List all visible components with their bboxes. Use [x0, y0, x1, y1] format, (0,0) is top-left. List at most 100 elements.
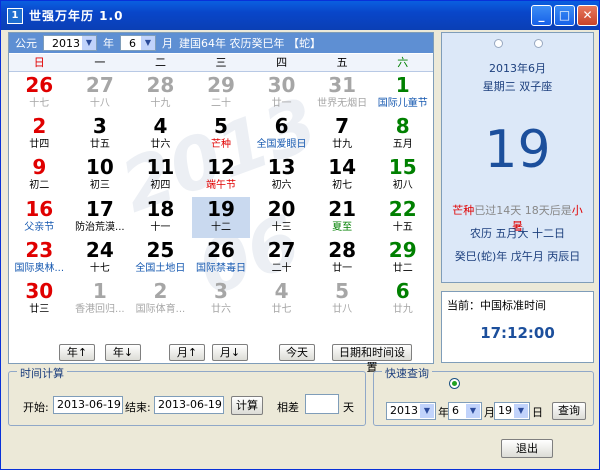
day-cell[interactable]: 9 初二	[10, 155, 69, 196]
day-cell[interactable]: 21 夏至	[313, 197, 372, 238]
day-lunar-label: 初三	[89, 180, 110, 192]
binder-ring-icon	[534, 39, 543, 48]
day-cell[interactable]: 6 廿九	[373, 279, 432, 320]
navigation-row: 年↑ 年↓ 月↑ 月↓ 今天 日期和时间设置	[9, 344, 433, 374]
day-number: 29	[207, 73, 235, 97]
title-bar[interactable]: 1 世强万年历 1.0 _ □ ✕	[1, 1, 599, 30]
day-cell[interactable]: 11 初四	[131, 155, 190, 196]
query-mode-radio[interactable]	[449, 378, 460, 389]
day-cell[interactable]: 6 全国爱眼日	[252, 114, 311, 155]
day-cell[interactable]: 30 廿三	[10, 279, 69, 320]
chevron-down-icon[interactable]: ▼	[141, 36, 155, 50]
day-lunar-label: 十七	[89, 262, 110, 274]
day-cell[interactable]: 2 国际体育...	[131, 279, 190, 320]
day-cell[interactable]: 4 廿七	[252, 279, 311, 320]
day-cell[interactable]: 29 廿二	[373, 238, 432, 279]
day-cell[interactable]: 20 十三	[252, 197, 311, 238]
year-select-value: 2013	[52, 36, 80, 50]
day-lunar-label: 国际禁毒日	[195, 262, 246, 274]
weekday-tue: 二	[130, 54, 191, 71]
start-date-input[interactable]: 2013-06-19	[53, 396, 123, 414]
quick-month-select[interactable]: 6 ▼	[448, 402, 482, 420]
chevron-down-icon[interactable]: ▼	[82, 36, 96, 50]
day-number: 30	[25, 279, 54, 303]
detail-big-day: 19	[484, 120, 551, 180]
day-cell[interactable]: 8 五月	[373, 114, 432, 155]
day-lunar-label: 初六	[271, 180, 292, 192]
day-number: 4	[274, 279, 289, 303]
day-number: 5	[214, 114, 228, 139]
close-button[interactable]: ✕	[577, 5, 598, 26]
day-cell[interactable]: 3 廿六	[192, 279, 251, 320]
end-date-input[interactable]: 2013-06-19	[154, 396, 224, 414]
quick-query-group: 快速查询 2013 ▼ 年 6 ▼ 月 19 ▼ 日 查询	[373, 365, 594, 426]
day-number: 8	[395, 114, 410, 139]
month-down-button[interactable]: 月↓	[212, 344, 248, 361]
day-lunar-label: 夏至	[332, 221, 353, 233]
day-lunar-label: 十九	[150, 98, 171, 109]
maximize-button[interactable]: □	[554, 5, 575, 26]
day-cell[interactable]: 1 国际儿童节	[373, 73, 432, 114]
day-number: 11	[146, 155, 175, 180]
quick-day-select[interactable]: 19 ▼	[494, 402, 530, 420]
year-down-button[interactable]: 年↓	[105, 344, 141, 361]
day-cell[interactable]: 27 二十	[252, 238, 311, 279]
day-cell[interactable]: 2 廿四	[10, 114, 69, 155]
day-number: 31	[328, 73, 357, 97]
minimize-button[interactable]: _	[531, 5, 552, 26]
day-number: 28	[328, 237, 357, 262]
chevron-down-icon[interactable]: ▼	[420, 404, 434, 418]
day-lunar-label: 父亲节	[24, 221, 55, 233]
day-lunar-label: 廿七	[271, 304, 292, 315]
day-cell[interactable]: 19 十二	[191, 196, 251, 238]
day-lunar-label: 十三	[271, 221, 292, 233]
day-cell[interactable]: 16 父亲节	[10, 197, 69, 238]
day-cell[interactable]: 24 十七	[71, 238, 130, 279]
year-up-button[interactable]: 年↑	[59, 344, 95, 361]
month-select[interactable]: 6 ▼	[120, 35, 156, 51]
today-button[interactable]: 今天	[279, 344, 315, 361]
day-cell[interactable]: 7 廿九	[313, 114, 372, 155]
chevron-down-icon[interactable]: ▼	[466, 404, 480, 418]
chevron-down-icon[interactable]: ▼	[514, 404, 528, 418]
diff-days-input[interactable]	[305, 394, 339, 414]
day-cell[interactable]: 4 廿六	[131, 114, 190, 155]
day-cell[interactable]: 27 十八	[71, 73, 130, 114]
day-cell[interactable]: 12 端午节	[192, 155, 251, 196]
time-calc-label: 时间计算	[17, 365, 67, 381]
day-cell[interactable]: 29 二十	[192, 73, 251, 114]
day-cell[interactable]: 1 香港回归...	[71, 279, 130, 320]
day-lunar-label: 廿一	[271, 98, 292, 109]
day-cell[interactable]: 31 世界无烟日	[313, 73, 372, 114]
day-cell[interactable]: 22 十五	[373, 197, 432, 238]
month-up-button[interactable]: 月↑	[169, 344, 205, 361]
quick-day-label: 日	[532, 406, 543, 419]
day-cell[interactable]: 13 初六	[252, 155, 311, 196]
day-cell[interactable]: 3 廿五	[71, 114, 130, 155]
day-cell[interactable]: 18 十一	[131, 197, 190, 238]
query-button[interactable]: 查询	[552, 402, 586, 420]
day-number: 4	[153, 114, 168, 139]
day-number: 24	[85, 237, 114, 262]
exit-button[interactable]: 退出	[501, 439, 553, 458]
day-cell[interactable]: 26 十七	[10, 73, 69, 114]
day-cell[interactable]: 28 十九	[131, 73, 190, 114]
day-cell[interactable]: 15 初八	[373, 155, 432, 196]
datetime-settings-button[interactable]: 日期和时间设置	[332, 344, 412, 374]
day-cell[interactable]: 25 全国土地日	[131, 238, 190, 279]
day-cell[interactable]: 26 国际禁毒日	[192, 238, 251, 279]
year-select[interactable]: 2013 ▼	[43, 35, 97, 51]
day-cell[interactable]: 17 防治荒漠...	[71, 197, 130, 238]
day-cell[interactable]: 5 芒种	[192, 114, 251, 155]
day-number: 18	[146, 196, 175, 221]
quick-year-select[interactable]: 2013 ▼	[386, 402, 436, 420]
day-cell[interactable]: 10 初三	[71, 155, 130, 196]
day-cell[interactable]: 23 国际奥林...	[10, 238, 69, 279]
day-cell[interactable]: 28 廿一	[313, 238, 372, 279]
day-cell[interactable]: 14 初七	[313, 155, 372, 196]
day-number: 7	[335, 114, 350, 139]
day-cell[interactable]: 5 廿八	[313, 279, 372, 320]
calculate-button[interactable]: 计算	[231, 396, 263, 415]
day-cell[interactable]: 30 廿一	[252, 73, 311, 114]
day-lunar-label: 初八	[392, 180, 413, 192]
